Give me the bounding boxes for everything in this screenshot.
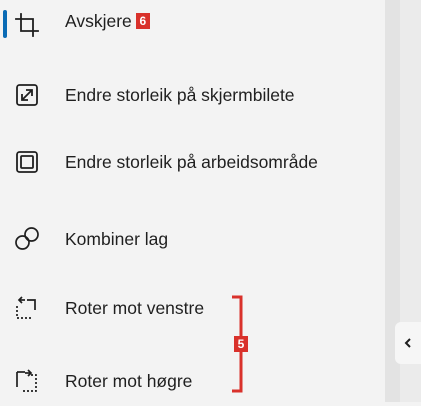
menu-item-label: Roter mot høgre [65,370,193,391]
tools-menu: Avskjere 6 Endre storleik på skjermbilete… [0,0,385,402]
menu-item-crop[interactable]: Avskjere 6 [0,0,385,50]
menu-item-label: Endre storleik på skjermbilete [65,84,295,105]
crop-icon [13,11,41,39]
collapse-panel-button[interactable] [395,322,421,364]
menu-item-label: Kombiner lag [65,228,169,249]
menu-item-label: Avskjere [65,11,132,31]
menu-item-label: Roter mot venstre [65,297,205,318]
menu-item-combine-layers[interactable]: Kombiner lag [0,214,385,264]
menu-item-resize-image[interactable]: Endre storleik på skjermbilete [0,70,385,120]
resize-image-icon [13,81,41,109]
rotate-right-icon [13,367,41,395]
rotate-left-icon [13,294,41,322]
resize-canvas-icon [13,148,41,176]
chevron-left-icon [404,338,411,348]
active-indicator [3,10,7,38]
combine-layers-icon [13,225,41,253]
annotation-badge: 6 [135,13,150,29]
annotation-badge: 5 [234,336,248,352]
menu-item-rotate-left[interactable]: Roter mot venstre [0,283,385,333]
menu-item-label: Endre storleik på arbeidsområde [65,151,318,172]
menu-item-resize-canvas[interactable]: Endre storleik på arbeidsområde [0,137,385,187]
menu-item-rotate-right[interactable]: Roter mot høgre [0,356,385,406]
